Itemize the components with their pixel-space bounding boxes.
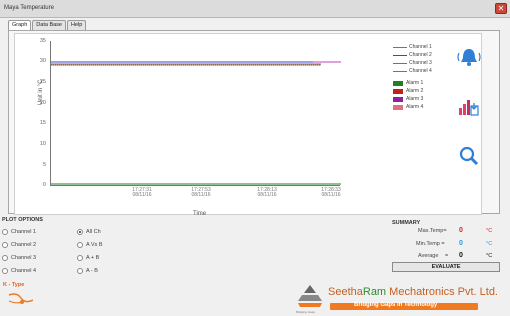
average-equals: = — [445, 253, 449, 259]
y-tick: 35 — [39, 38, 46, 44]
legend-alarm-4: Alarm 4 — [393, 103, 443, 111]
legend-channel-3: Channel 3 — [393, 59, 443, 67]
y-axis-label: Unit in °C — [38, 79, 44, 105]
close-icon: ✕ — [497, 4, 505, 13]
zoom-button[interactable] — [456, 144, 482, 168]
x-tick: 17:28:33 08/11/16 — [321, 187, 341, 198]
zoom-search-icon — [459, 146, 479, 166]
average-label: Average — [418, 253, 439, 259]
export-chart-button[interactable] — [456, 95, 482, 119]
average-value: 0 — [459, 252, 463, 259]
summary-panel: SUMMARY — [392, 220, 500, 226]
title-bar: Maya Temperature ✕ — [0, 0, 510, 18]
plot-options-panel: PLOT OPTIONS — [2, 217, 232, 277]
legend-channel-1: Channel 1 — [393, 43, 443, 51]
radio-channel-4[interactable]: Channel 4 — [2, 268, 36, 274]
y-tick: 10 — [39, 141, 46, 147]
average-unit: °C — [486, 253, 493, 259]
legend-channel-4: Channel 4 — [393, 67, 443, 75]
min-temp-value: 0 — [459, 240, 463, 247]
max-temp-unit: °C — [486, 228, 493, 234]
min-temp-unit: °C — [486, 241, 493, 247]
alarm-bell-icon — [457, 49, 481, 66]
legend-alarm-1: Alarm 1 — [393, 79, 443, 87]
max-temp-value: 0 — [459, 227, 463, 234]
y-tick: 0 — [42, 182, 46, 188]
brand-tagline: Bridging Gaps in Technology — [354, 302, 438, 308]
y-tick: 30 — [39, 58, 46, 64]
plot-lines — [51, 61, 341, 185]
x-tick: 17:27:31 08/11/16 — [132, 187, 152, 198]
temperature-plot[interactable] — [50, 41, 341, 186]
evaluate-button[interactable]: EVALUATE — [392, 262, 500, 272]
company-logo-icon — [298, 285, 322, 307]
plot-options-title: PLOT OPTIONS — [2, 217, 43, 223]
summary-title: SUMMARY — [392, 220, 421, 226]
max-temp-label: Max.Temp= — [418, 228, 447, 234]
min-temp-label: Min.Temp = — [416, 241, 445, 247]
radio-all-ch[interactable]: All Ch — [77, 229, 101, 235]
radio-a-minus-b[interactable]: A - B — [77, 268, 98, 274]
radio-a-plus-b[interactable]: A + B — [77, 255, 99, 261]
k-type-probe-icon — [7, 290, 34, 308]
chart-export-icon — [459, 100, 479, 116]
radio-channel-3[interactable]: Channel 3 — [2, 255, 36, 261]
k-type-label: K - Type — [3, 282, 25, 288]
company-brand: Bridging Gaps SeethaRam Mechatronics Pvt… — [288, 283, 506, 314]
legend-alarm-3: Alarm 3 — [393, 95, 443, 103]
brand-name: SeethaRam Mechatronics Pvt. Ltd. — [328, 286, 498, 298]
close-button[interactable]: ✕ — [495, 3, 507, 14]
y-tick: 15 — [39, 120, 46, 126]
x-tick: 17:27:53 08/11/16 — [191, 187, 211, 198]
brand-subtitle: Bridging Gaps — [296, 310, 316, 314]
legend-channel-2: Channel 2 — [393, 51, 443, 59]
legend-alarm-2: Alarm 2 — [393, 87, 443, 95]
window-title: Maya Temperature — [4, 5, 54, 11]
radio-channel-2[interactable]: Channel 2 — [2, 242, 36, 248]
legend: Channel 1 Channel 2 Channel 3 Channel 4 … — [393, 43, 443, 111]
radio-channel-1[interactable]: Channel 1 — [2, 229, 36, 235]
radio-a-vs-b[interactable]: A Vs B — [77, 242, 103, 248]
x-tick: 17:28:13 08/11/16 — [257, 187, 277, 198]
alarm-button[interactable] — [456, 45, 482, 69]
y-tick: 5 — [42, 162, 46, 168]
